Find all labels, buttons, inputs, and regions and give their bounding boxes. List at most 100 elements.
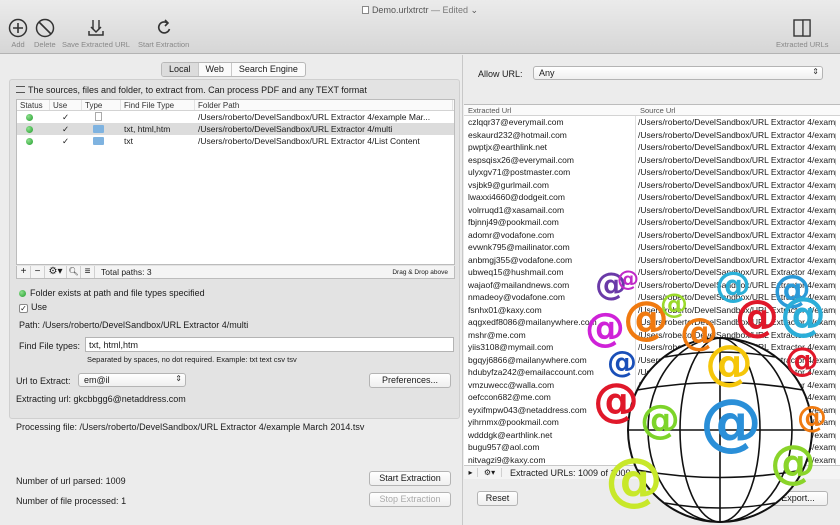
col-status[interactable]: Status bbox=[17, 100, 50, 110]
allow-url-label: Allow URL: bbox=[478, 69, 523, 79]
list-item[interactable]: oefccon682@me.com/Users/roberto/DevelSan… bbox=[464, 391, 840, 404]
list-item[interactable]: adomr@vodafone.com/Users/roberto/DevelSa… bbox=[464, 228, 840, 241]
reset-button[interactable]: Reset bbox=[477, 491, 518, 506]
source-url: /Users/roberto/DevelSandbox/URL Extracto… bbox=[638, 392, 836, 402]
extracted-urls-table[interactable]: Extracted Url Source Url czlqqr37@everym… bbox=[464, 104, 840, 465]
list-item[interactable]: volrruqd1@xasamail.com/Users/roberto/Dev… bbox=[464, 203, 840, 216]
list-item[interactable]: eyxifmpw043@netaddress.com/Users/roberto… bbox=[464, 403, 840, 416]
extracted-url: pwptjx@earthlink.net bbox=[464, 141, 636, 154]
list-item[interactable]: hdubyfza242@emailaccount.com/Users/rober… bbox=[464, 366, 840, 379]
extracted-urls-count: Extracted URLs: 1009 of 1009 bbox=[510, 467, 631, 478]
source-url: /Users/roberto/DevelSandbox/URL Extracto… bbox=[638, 217, 836, 227]
list-item[interactable]: lwaxxi4660@dodgeit.com/Users/roberto/Dev… bbox=[464, 191, 840, 204]
list-item[interactable]: nmadeoy@vodafone.com/Users/roberto/Devel… bbox=[464, 291, 840, 304]
list-item[interactable]: fbjnnj49@pookmail.com/Users/roberto/Deve… bbox=[464, 216, 840, 229]
source-url: /Users/roberto/DevelSandbox/URL Extracto… bbox=[638, 292, 836, 302]
play-button[interactable]: ▸ bbox=[464, 468, 478, 477]
edited-status: — Edited bbox=[430, 5, 468, 15]
list-item[interactable]: vmzuwecc@walla.com/Users/roberto/DevelSa… bbox=[464, 378, 840, 391]
source-url: /Users/roberto/DevelSandbox/URL Extracto… bbox=[638, 142, 836, 152]
find-file-types-input[interactable]: txt, html,htm bbox=[85, 337, 454, 352]
extracting-url-line: Extracting url: gkcbbgg6@netaddress.com bbox=[16, 394, 186, 404]
list-item[interactable]: mshr@me.com/Users/roberto/DevelSandbox/U… bbox=[464, 328, 840, 341]
processing-file-label: Processing file: bbox=[16, 422, 78, 432]
source-url: /Users/roberto/DevelSandbox/URL Extracto… bbox=[638, 267, 836, 277]
save-extracted-url-button[interactable]: Save Extracted URL bbox=[62, 18, 130, 49]
gear-menu-button[interactable]: ⚙▾ bbox=[45, 266, 67, 278]
list-item[interactable]: anbmgj355@vodafone.com/Users/roberto/Dev… bbox=[464, 253, 840, 266]
source-url: /Users/roberto/DevelSandbox/URL Extracto… bbox=[638, 179, 836, 190]
tab-search-engine[interactable]: Search Engine bbox=[232, 63, 305, 76]
list-item[interactable]: vsjbk9@gurlmail.com/Users/roberto/DevelS… bbox=[464, 178, 840, 191]
source-url: /Users/roberto/DevelSandbox/URL Extracto… bbox=[638, 429, 836, 440]
list-item[interactable]: espsqisx26@everymail.com/Users/roberto/D… bbox=[464, 153, 840, 166]
delete-button[interactable]: Delete bbox=[34, 18, 56, 49]
source-url: /Users/roberto/DevelSandbox/URL Extracto… bbox=[638, 167, 836, 177]
list-item[interactable]: evwnk795@mailinator.com/Users/roberto/De… bbox=[464, 241, 840, 254]
list-item[interactable]: yiis3108@mymail.com/Users/roberto/DevelS… bbox=[464, 341, 840, 354]
col-source-url[interactable]: Source Url bbox=[636, 105, 675, 115]
list-item[interactable]: wajaof@mailandnews.com/Users/roberto/Dev… bbox=[464, 278, 840, 291]
use-checkbox[interactable]: ✓ bbox=[50, 111, 82, 123]
list-item[interactable]: pwptjx@earthlink.net/Users/roberto/Devel… bbox=[464, 141, 840, 154]
sources-description: The sources, files and folder, to extrac… bbox=[16, 85, 367, 95]
export-button[interactable]: Export... bbox=[768, 491, 828, 506]
urls-parsed-line: Number of url parsed: 1009 bbox=[16, 476, 126, 486]
document-icon bbox=[361, 6, 369, 14]
remove-path-button[interactable]: − bbox=[31, 266, 45, 278]
list-item[interactable]: ulyxgv71@postmaster.com/Users/roberto/De… bbox=[464, 166, 840, 179]
extracted-url: vmzuwecc@walla.com bbox=[464, 378, 636, 391]
list-item[interactable]: eskaurd232@hotmail.com/Users/roberto/Dev… bbox=[464, 128, 840, 141]
search-path-button[interactable]: 🔍︎ bbox=[67, 266, 81, 278]
extracted-url: nmadeoy@vodafone.com bbox=[464, 291, 636, 304]
tab-local[interactable]: Local bbox=[162, 63, 199, 76]
stop-extraction-button[interactable]: Stop Extraction bbox=[369, 492, 451, 507]
chevron-down-icon[interactable]: ⌄ bbox=[471, 5, 479, 15]
extracted-url: espsqisx26@everymail.com bbox=[464, 153, 636, 166]
use-checkbox[interactable]: ✓ bbox=[19, 304, 28, 313]
col-folder-path[interactable]: Folder Path bbox=[195, 100, 453, 110]
allow-url-popup[interactable]: Any ⇕ bbox=[533, 66, 823, 80]
list-item[interactable]: bugu957@aol.com/Users/roberto/DevelSandb… bbox=[464, 441, 840, 454]
add-button[interactable]: Add bbox=[8, 18, 28, 49]
list-item[interactable]: yihrnmx@pookmail.com/Users/roberto/Devel… bbox=[464, 416, 840, 429]
table-row[interactable]: ✓ txt, html,htm /Users/roberto/DevelSand… bbox=[17, 123, 454, 135]
url-to-extract-popup[interactable]: em@il ⇕ bbox=[78, 373, 186, 387]
list-item[interactable]: aqgxedf8086@mailanywhere.com/Users/rober… bbox=[464, 316, 840, 329]
list-item[interactable]: wdddgk@earthlink.net/Users/roberto/Devel… bbox=[464, 428, 840, 441]
window-title: Demo.urlxtrctr — Edited ⌄ bbox=[0, 5, 840, 16]
col-use[interactable]: Use bbox=[50, 100, 82, 110]
use-checkbox[interactable]: ✓ bbox=[50, 135, 82, 147]
col-extracted-url[interactable]: Extracted Url bbox=[464, 105, 636, 115]
extracted-urls-label: Extracted URLs bbox=[776, 40, 829, 49]
use-checkbox[interactable]: ✓ bbox=[50, 123, 82, 135]
row-file-type: txt, html,htm bbox=[124, 124, 171, 134]
list-item[interactable]: ubweq15@hushmail.com/Users/roberto/Devel… bbox=[464, 266, 840, 279]
gear-menu-button[interactable]: ⚙▾ bbox=[478, 468, 502, 477]
list-item[interactable]: czlqqr37@everymail.com/Users/roberto/Dev… bbox=[464, 116, 840, 129]
sources-table[interactable]: Status Use Type Find File Type Folder Pa… bbox=[16, 99, 455, 265]
gear-icon: ⚙ bbox=[483, 468, 492, 477]
start-extraction-button[interactable]: Start Extraction bbox=[369, 471, 451, 486]
list-item[interactable]: nitvagzi9@kaxy.com/Users/roberto/DevelSa… bbox=[464, 453, 840, 465]
delete-label: Delete bbox=[34, 40, 56, 49]
start-extraction-toolbar-button[interactable]: Start Extraction bbox=[138, 18, 189, 49]
path-label: Path: bbox=[19, 320, 41, 330]
use-checkbox-row[interactable]: ✓ Use bbox=[19, 302, 47, 313]
extracted-url: vsjbk9@gurlmail.com bbox=[464, 178, 636, 191]
list-view-button[interactable]: ≡ bbox=[81, 266, 95, 278]
list-item[interactable]: bgqyj6866@mailanywhere.com/Users/roberto… bbox=[464, 353, 840, 366]
preferences-button[interactable]: Preferences... bbox=[369, 373, 451, 388]
extracted-url: fsnhx01@kaxy.com bbox=[464, 303, 636, 316]
add-path-button[interactable]: + bbox=[17, 266, 31, 278]
col-find-file-type[interactable]: Find File Type bbox=[121, 100, 195, 110]
list-item[interactable]: fsnhx01@kaxy.com/Users/roberto/DevelSand… bbox=[464, 303, 840, 316]
extracted-urls-toggle-button[interactable]: Extracted URLs bbox=[776, 18, 829, 49]
drag-drop-hint: Drag & Drop above bbox=[392, 268, 448, 276]
table-row[interactable]: ✓ /Users/roberto/DevelSandbox/URL Extrac… bbox=[17, 111, 454, 123]
sources-description-text: The sources, files and folder, to extrac… bbox=[28, 85, 367, 95]
source-url: /Users/roberto/DevelSandbox/URL Extracto… bbox=[638, 342, 836, 352]
table-row[interactable]: ✓ txt /Users/roberto/DevelSandbox/URL Ex… bbox=[17, 135, 454, 147]
tab-web[interactable]: Web bbox=[199, 63, 232, 76]
col-type[interactable]: Type bbox=[82, 100, 121, 110]
